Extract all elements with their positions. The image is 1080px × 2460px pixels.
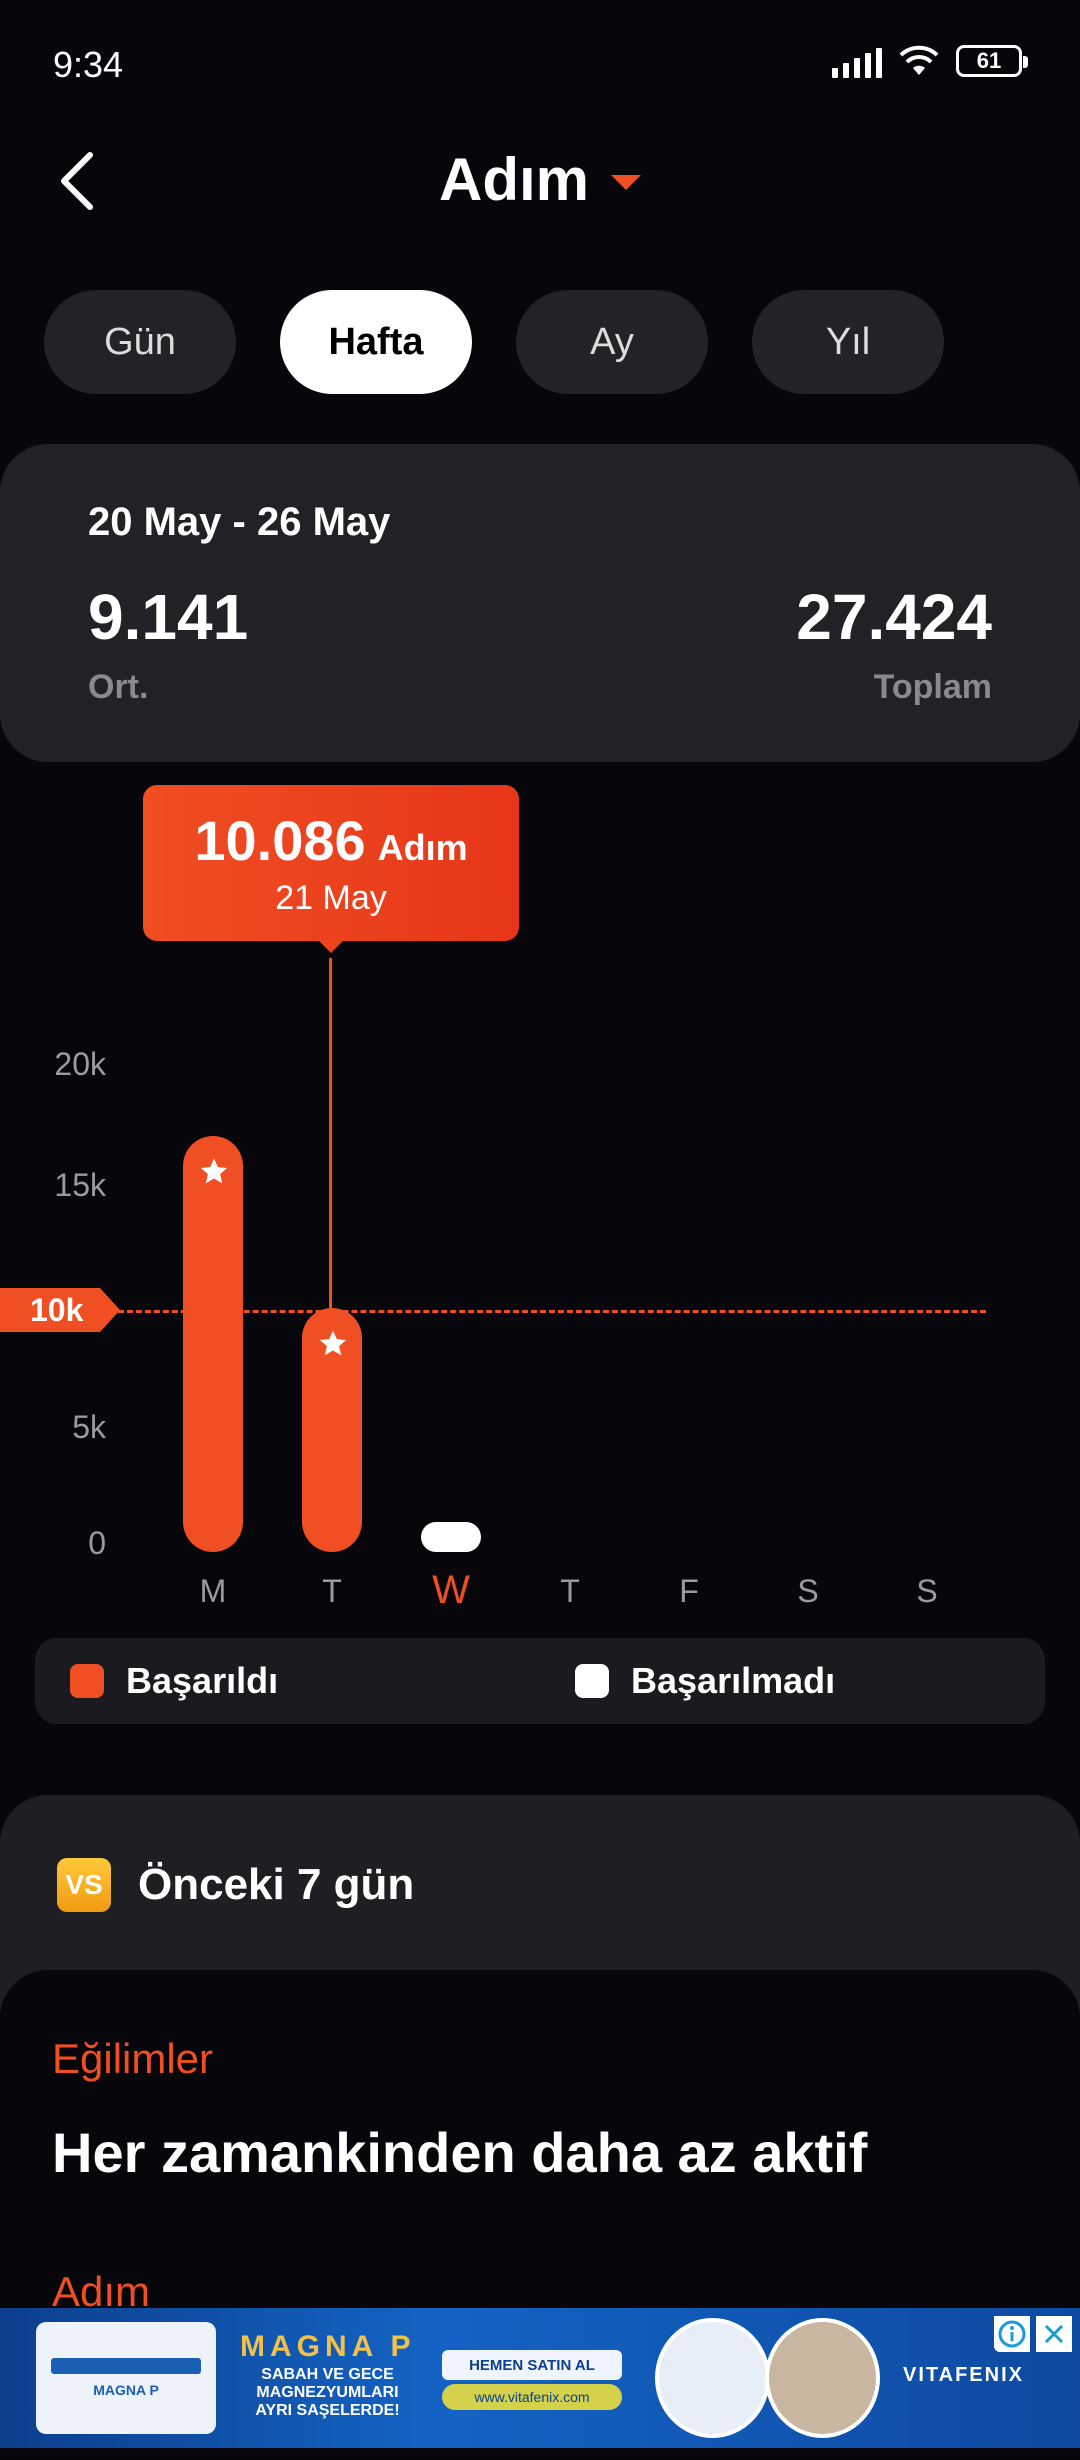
status-time: 9:34 [53, 44, 124, 85]
ad-product-image: MAGNA P [36, 2322, 216, 2434]
battery-icon: 61 [956, 45, 1028, 77]
tab-year[interactable]: Yıl [752, 290, 944, 394]
x-tick-label: S [916, 1573, 938, 1609]
chart-tooltip: 10.086 Adım 21 May [143, 785, 519, 953]
goal-flag: 10k [0, 1288, 120, 1332]
tab-month[interactable]: Ay [516, 290, 708, 394]
tooltip-stem [329, 958, 332, 1308]
ad-close-icon[interactable] [1036, 2316, 1072, 2352]
x-tick-label: T [560, 1573, 580, 1609]
tooltip-value: 10.086 [194, 809, 366, 872]
ad-brand: MAGNA P [240, 2330, 416, 2363]
ad-url[interactable]: www.vitafenix.com [442, 2384, 622, 2410]
x-tick-label: M [199, 1573, 227, 1609]
ad-info-icon[interactable] [994, 2316, 1030, 2352]
ad-photo-fitness [765, 2318, 880, 2438]
trends-heading: Eğilimler [52, 2035, 214, 2082]
legend-achieved: Başarıldı [70, 1660, 278, 1702]
y-tick-label: 20k [54, 1046, 106, 1082]
vs-badge-icon: VS [57, 1858, 111, 1912]
goal-line [118, 1310, 986, 1313]
period-tabs: Gün Hafta Ay Yıl [44, 290, 944, 394]
ad-product-name: MAGNA P [93, 2382, 159, 2398]
ad-cta-button[interactable]: HEMEN SATIN AL [442, 2350, 622, 2380]
star-icon [319, 1330, 347, 1356]
caret-down-icon [611, 175, 641, 190]
bar-empty[interactable] [421, 1522, 481, 1552]
legend-swatch-achieved [70, 1664, 104, 1698]
compare-label: Önceki 7 gün [138, 1860, 415, 1909]
x-tick-label: S [797, 1573, 819, 1609]
bar-day[interactable] [302, 1307, 362, 1552]
legend-label-achieved: Başarıldı [126, 1660, 279, 1701]
x-tick-label: W [432, 1568, 470, 1612]
wifi-icon [899, 45, 939, 75]
title-selector[interactable]: Adım [0, 145, 1080, 214]
average-label: Ort. [88, 668, 149, 706]
ad-logo: VITAFENIX [903, 2364, 1024, 2386]
status-icons: 61 [832, 44, 1028, 78]
x-tick-label: T [322, 1573, 342, 1609]
page-title: Adım [439, 146, 589, 213]
y-tick-label: 0 [88, 1525, 106, 1561]
date-range: 20 May - 26 May [88, 500, 391, 544]
tooltip-date: 21 May [275, 879, 387, 917]
star-icon [200, 1158, 228, 1183]
y-tick-label: 5k [72, 1409, 106, 1445]
bar-day[interactable] [183, 1135, 243, 1552]
tooltip-unit: Adım [377, 827, 468, 868]
average-value: 9.141 [88, 581, 249, 653]
x-tick-label: F [679, 1573, 699, 1609]
signal-icon [832, 44, 882, 78]
legend-swatch-not-achieved [575, 1664, 609, 1698]
total-value: 27.424 [796, 581, 992, 653]
legend-label-not-achieved: Başarılmadı [631, 1660, 836, 1701]
tab-week[interactable]: Hafta [280, 290, 472, 394]
legend-not-achieved: Başarılmadı [575, 1660, 835, 1702]
ad-photo-sleep [655, 2318, 770, 2438]
ad-tagline: SABAH VE GECE MAGNEZYUMLARI AYRI SAŞELER… [255, 2366, 400, 2419]
y-tick-label: 15k [54, 1167, 106, 1203]
trends-text: Her zamankinden daha az aktif [52, 2121, 868, 2184]
total-label: Toplam [873, 668, 992, 706]
tab-day[interactable]: Gün [44, 290, 236, 394]
